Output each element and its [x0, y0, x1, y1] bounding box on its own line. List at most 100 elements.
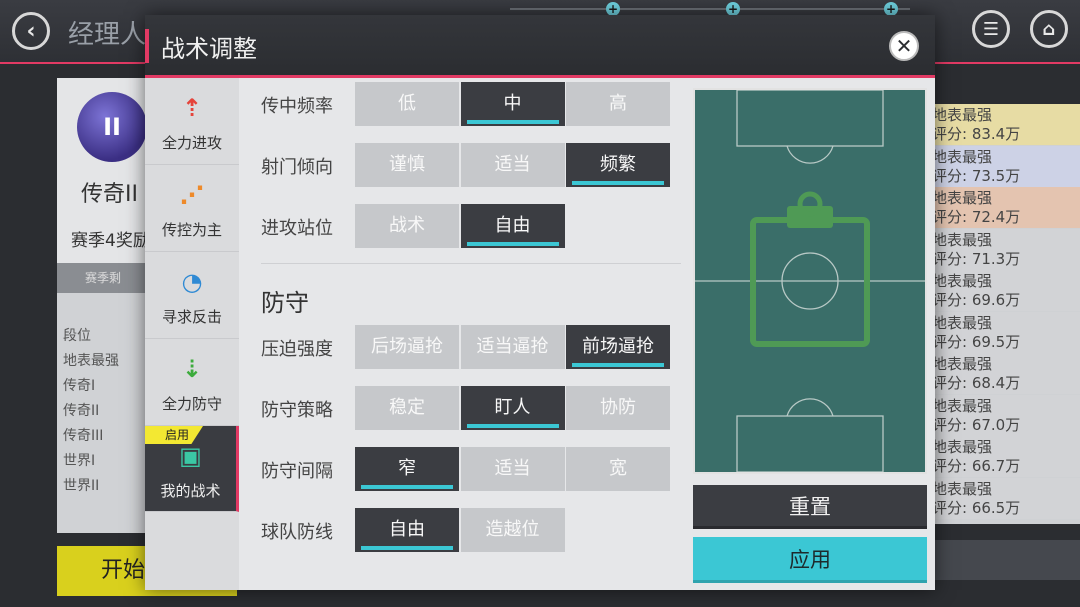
rank-list-item: 世界II: [63, 478, 100, 494]
section-divider: [261, 263, 681, 264]
rank-name: 传奇II: [81, 182, 138, 207]
leaderboard-name: 地表最强: [932, 106, 993, 124]
option-button[interactable]: 适当: [460, 447, 565, 491]
leaderboard-name: 地表最强: [932, 396, 993, 415]
option-button[interactable]: 适当: [460, 143, 565, 187]
rank-list-item: 传奇III: [63, 428, 104, 444]
rank-list-item: 传奇I: [63, 378, 96, 394]
option-button[interactable]: 战术: [355, 204, 459, 248]
clipboard-icon: ▣: [179, 442, 202, 470]
tactic-nav-item[interactable]: 启用 ▣ 我的战术: [145, 426, 239, 512]
leaderboard-row: 地表最强 评分: 72.4万: [930, 187, 1080, 228]
tactic-nav-label: 全力进攻: [161, 134, 222, 152]
option-button[interactable]: 稳定: [355, 386, 459, 430]
attack-icon: ⇡: [181, 94, 203, 122]
option-button[interactable]: 中: [460, 82, 565, 126]
tactic-nav-item[interactable]: ⇣ 全力防守: [145, 339, 239, 426]
back-arrow-icon: ‹: [26, 18, 36, 44]
option-button[interactable]: 自由: [355, 508, 459, 552]
option-button[interactable]: 谨慎: [355, 143, 459, 187]
leaderboard: 地表最强 评分: 83.4万 地表最强 评分: 73.5万 地表最强 评分: 72.4万地…: [930, 104, 1080, 524]
option-button[interactable]: 盯人: [460, 386, 565, 430]
leaderboard-score: 评分: 69.5万: [932, 332, 1021, 351]
tactic-nav-item[interactable]: ⋰ 传控为主: [145, 165, 239, 252]
tactic-nav-item[interactable]: ⇡ 全力进攻: [145, 78, 239, 165]
tactic-nav-label: 我的战术: [160, 482, 221, 500]
option-button[interactable]: 高: [566, 82, 670, 126]
rank-list-item: 地表最强: [63, 353, 119, 369]
leaderboard-row: 地表最强 评分: 67.0万: [930, 394, 1080, 436]
tactic-nav-label: 寻求反击: [161, 308, 222, 326]
rank-list-item: 段位: [63, 328, 91, 344]
leaderboard-name: 地表最强: [932, 230, 993, 249]
leaderboard-score: 评分: 66.5万: [932, 498, 1021, 517]
tactics-sidebar: ⇡ 全力进攻 ⋰ 传控为主 ◔ 寻求反击 ⇣ 全力防守 启用 ▣ 我的战术: [145, 78, 239, 590]
defend-icon: ⇣: [181, 355, 203, 383]
leaderboard-name: 地表最强: [932, 438, 993, 456]
counter-icon: ◔: [181, 268, 203, 296]
leaderboard-score: 评分: 67.0万: [932, 415, 1021, 434]
option-label: 防守策略: [261, 400, 333, 421]
plus-icon: +: [726, 2, 740, 16]
option-label: 进攻站位: [261, 218, 333, 239]
tactic-nav-label: 传控为主: [161, 221, 222, 239]
leaderboard-name: 地表最强: [932, 355, 993, 373]
leaderboard-name: 地表最强: [932, 189, 993, 207]
option-button[interactable]: 低: [355, 82, 459, 126]
leaderboard-score: 评分: 83.4万: [932, 125, 1021, 143]
leaderboard-name: 地表最强: [932, 272, 993, 290]
leaderboard-name: 地表最强: [932, 147, 993, 166]
option-button[interactable]: 造越位: [460, 508, 565, 552]
leaderboard-footer: [930, 540, 1080, 580]
leaderboard-score: 评分: 69.6万: [932, 291, 1021, 309]
option-label: 传中频率: [261, 96, 333, 117]
tactic-nav-item[interactable]: ◔ 寻求反击: [145, 252, 239, 339]
leaderboard-row: 地表最强 评分: 69.6万: [930, 270, 1080, 311]
option-label: 防守间隔: [261, 461, 333, 482]
rank-list-item: 世界I: [63, 453, 96, 469]
leaderboard-row: 地表最强 评分: 66.5万: [930, 477, 1080, 519]
leaderboard-name: 地表最强: [932, 313, 993, 332]
rank-list: 段位 地表最强 传奇I 传奇II 传奇III 世界I 世界II: [63, 324, 119, 499]
leaderboard-row: 地表最强 评分: 73.5万: [930, 145, 1080, 187]
leaderboard-score: 评分: 73.5万: [932, 166, 1021, 185]
option-button[interactable]: 后场逼抢: [355, 325, 459, 369]
possession-icon: ⋰: [180, 181, 204, 209]
season-reward: 赛季4奖励: [71, 231, 150, 251]
rank-list-item: 传奇II: [63, 403, 100, 419]
pitch-lines: [695, 89, 925, 473]
leaderboard-score: 评分: 71.3万: [932, 249, 1021, 268]
option-button[interactable]: 宽: [566, 447, 670, 491]
home-icon: ⌂: [1042, 18, 1056, 40]
leaderboard-row: 地表最强 评分: 83.4万: [930, 104, 1080, 145]
close-button[interactable]: ✕: [889, 31, 919, 61]
defense-heading: 防守: [261, 289, 309, 317]
leaderboard-row: 地表最强 评分: 66.7万: [930, 436, 1080, 477]
leaderboard-row: 地表最强 评分: 68.4万: [930, 353, 1080, 394]
option-button[interactable]: 协防: [566, 386, 670, 430]
leaderboard-row: 地表最强 评分: 71.3万: [930, 228, 1080, 270]
option-button[interactable]: 适当逼抢: [460, 325, 565, 369]
dialog-header: 战术调整 ✕: [145, 15, 935, 78]
option-label: 射门倾向: [261, 157, 333, 178]
plus-icon: +: [606, 2, 620, 16]
list-icon: ☰: [982, 18, 1000, 40]
leaderboard-score: 评分: 72.4万: [932, 208, 1021, 226]
dialog-title: 战术调整: [161, 35, 257, 63]
option-button[interactable]: 自由: [460, 204, 565, 248]
plus-icon: +: [884, 2, 898, 16]
option-button[interactable]: 前场逼抢: [566, 325, 670, 369]
leaderboard-row: 地表最强 评分: 69.5万: [930, 311, 1080, 353]
header-accent: [145, 29, 149, 63]
clipboard-icon: [750, 217, 870, 347]
menu-button[interactable]: ☰: [972, 10, 1010, 48]
home-button[interactable]: ⌂: [1030, 10, 1068, 48]
option-button[interactable]: 窄: [355, 447, 459, 491]
pitch-preview: [693, 88, 927, 474]
option-button[interactable]: 频繁: [566, 143, 670, 187]
option-label: 压迫强度: [261, 339, 333, 360]
back-button[interactable]: ‹: [12, 12, 50, 50]
top-divider: [510, 8, 910, 10]
apply-button[interactable]: 应用: [693, 537, 927, 583]
reset-button[interactable]: 重置: [693, 485, 927, 529]
